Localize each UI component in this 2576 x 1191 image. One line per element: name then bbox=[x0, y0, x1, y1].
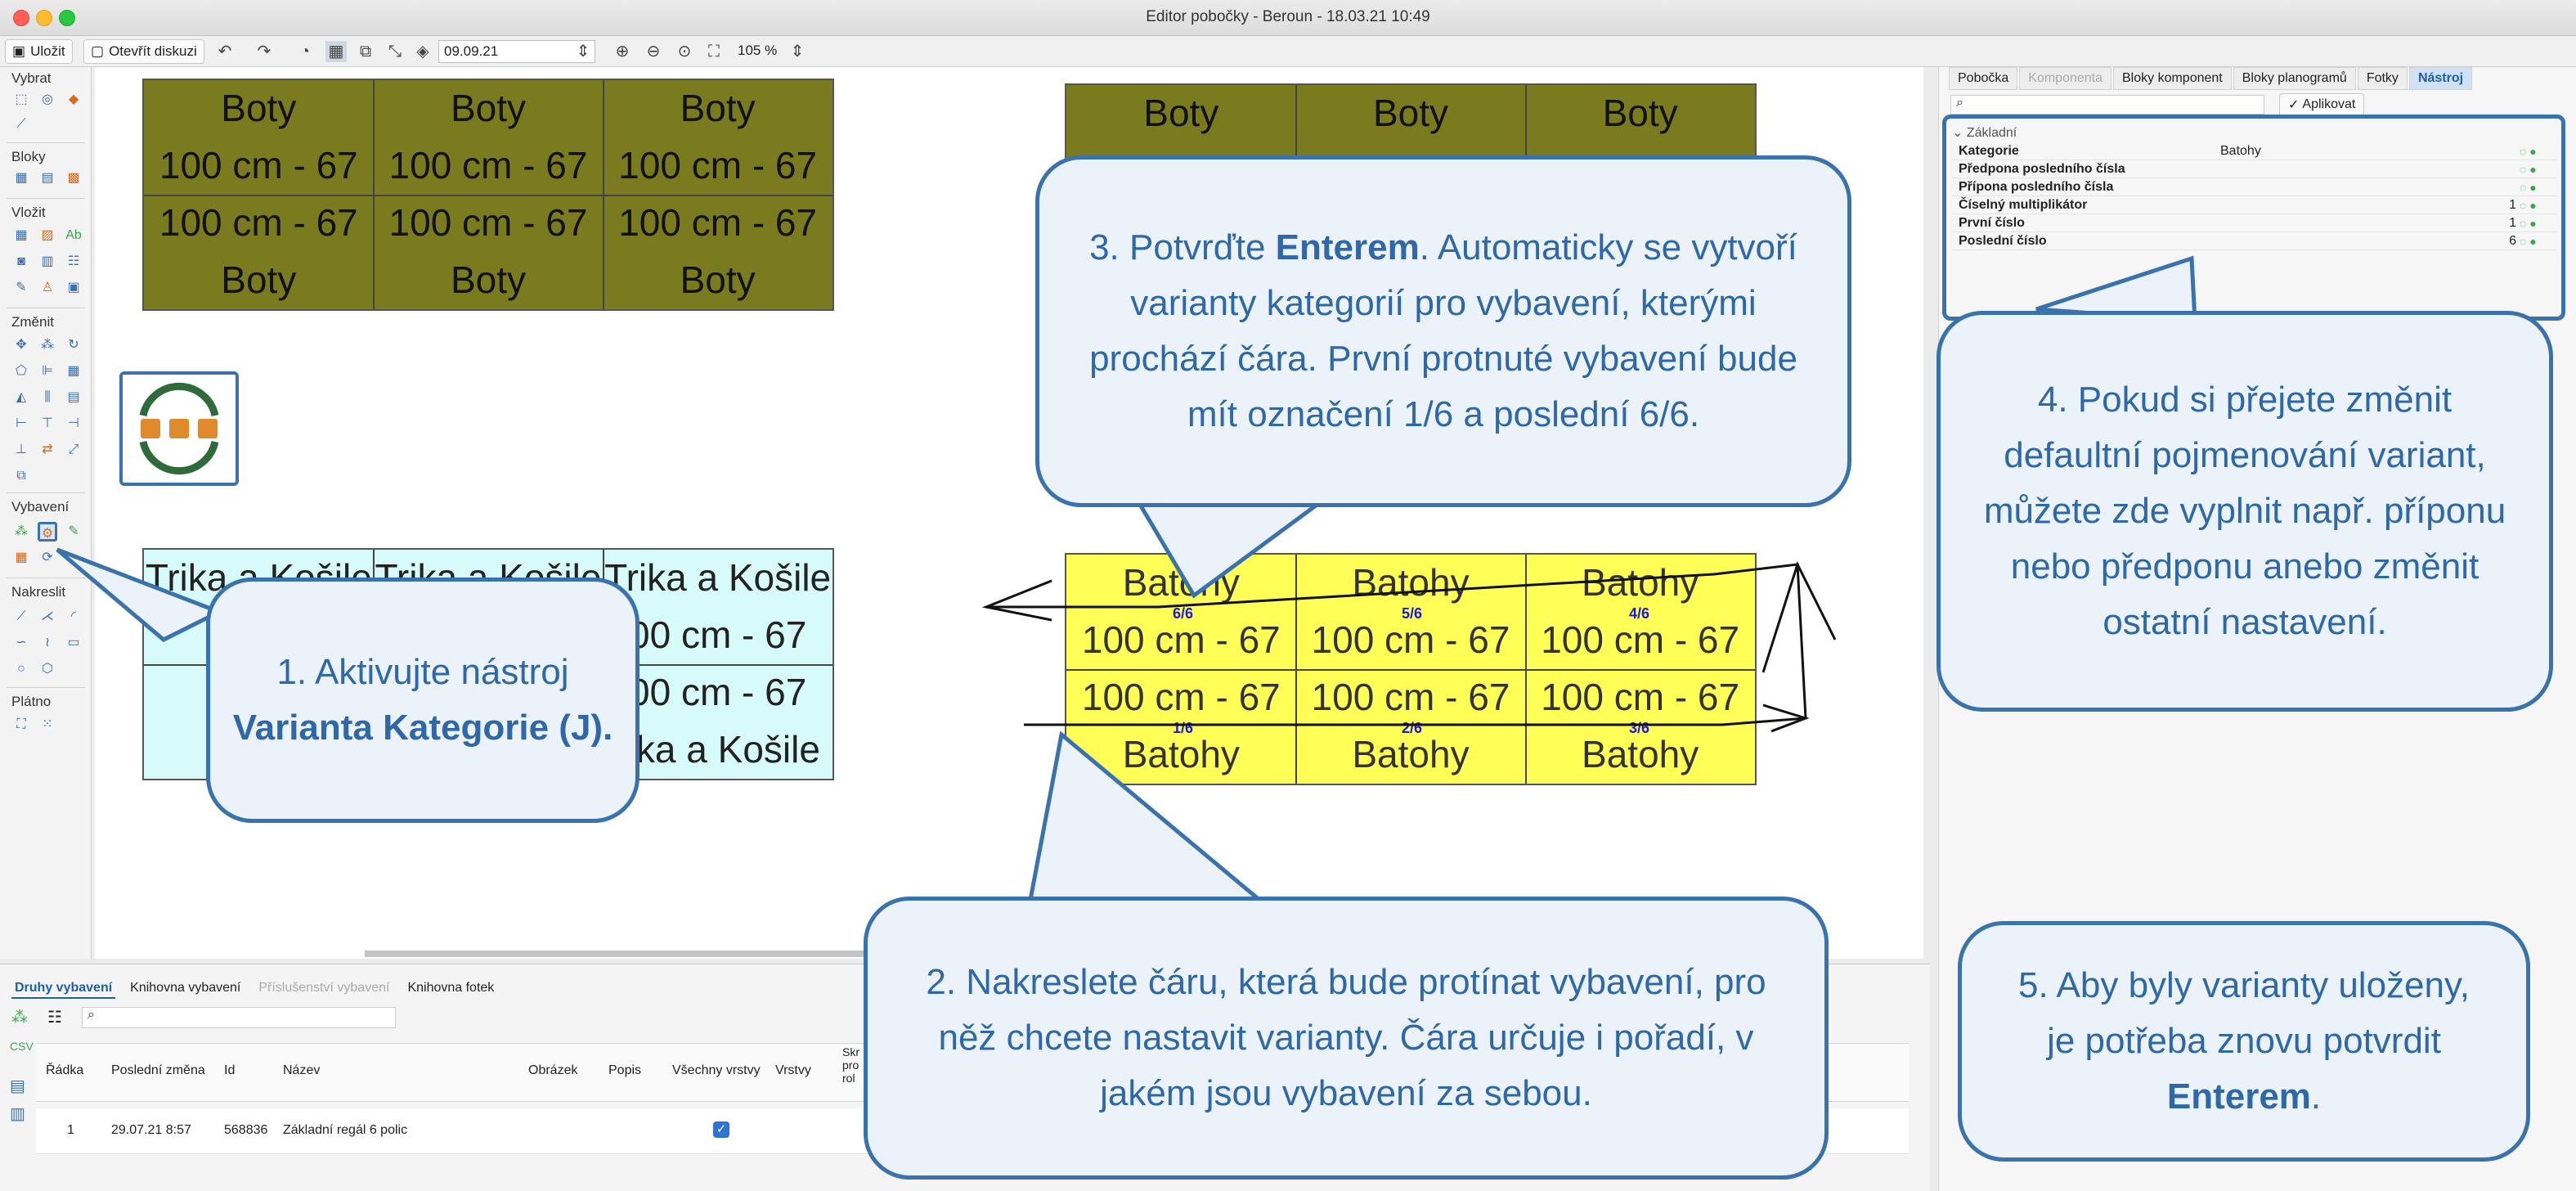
callout-step-4: 4. Pokud si přejete změnit defaultní poj… bbox=[1936, 311, 2553, 712]
callout-step-5: 5. Aby byly varianty uloženy, je potřeba… bbox=[1958, 921, 2530, 1162]
callout-step-2: 2. Nakreslete čáru, která bude protínat … bbox=[864, 897, 1829, 1180]
callout-step-1: 1. Aktivujte nástroj Varianta Kategorie (… bbox=[206, 578, 640, 823]
callout-step-3: 3. Potvrďte Enterem. Automaticky se vytv… bbox=[1035, 155, 1851, 507]
